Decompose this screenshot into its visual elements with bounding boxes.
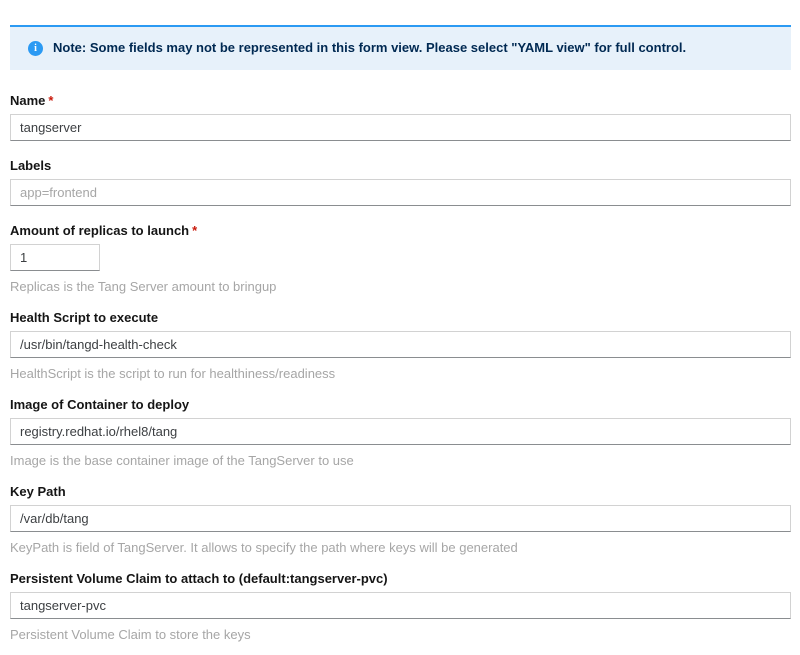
replicas-label: Amount of replicas to launch* [10, 224, 791, 237]
tangserver-form: Name* Labels Amount of replicas to launc… [10, 94, 791, 641]
labels-input[interactable] [10, 179, 791, 206]
pvc-label: Persistent Volume Claim to attach to (de… [10, 572, 791, 585]
pvc-label-text: Persistent Volume Claim to attach to (de… [10, 571, 388, 586]
required-asterisk: * [192, 223, 197, 238]
form-group-replicas: Amount of replicas to launch* Replicas i… [10, 224, 791, 293]
image-helper-text: Image is the base container image of the… [10, 454, 791, 467]
image-label: Image of Container to deploy [10, 398, 791, 411]
replicas-label-text: Amount of replicas to launch [10, 223, 189, 238]
form-view-page: i Note: Some fields may not be represent… [0, 0, 800, 641]
health-script-helper-text: HealthScript is the script to run for he… [10, 367, 791, 380]
form-group-key-path: Key Path KeyPath is field of TangServer.… [10, 485, 791, 554]
health-script-input[interactable] [10, 331, 791, 358]
name-label-text: Name [10, 93, 45, 108]
labels-label: Labels [10, 159, 791, 172]
info-circle-icon: i [28, 41, 43, 56]
pvc-input[interactable] [10, 592, 791, 619]
name-input[interactable] [10, 114, 791, 141]
form-group-labels: Labels [10, 159, 791, 206]
info-alert: i Note: Some fields may not be represent… [10, 25, 791, 70]
form-group-pvc: Persistent Volume Claim to attach to (de… [10, 572, 791, 641]
replicas-input[interactable] [10, 244, 100, 271]
pvc-helper-text: Persistent Volume Claim to store the key… [10, 628, 791, 641]
form-group-image: Image of Container to deploy Image is th… [10, 398, 791, 467]
form-group-name: Name* [10, 94, 791, 141]
health-script-label-text: Health Script to execute [10, 310, 158, 325]
replicas-helper-text: Replicas is the Tang Server amount to br… [10, 280, 791, 293]
key-path-input[interactable] [10, 505, 791, 532]
name-label: Name* [10, 94, 791, 107]
required-asterisk: * [48, 93, 53, 108]
key-path-label: Key Path [10, 485, 791, 498]
image-input[interactable] [10, 418, 791, 445]
alert-message: Note: Some fields may not be represented… [53, 40, 686, 56]
labels-label-text: Labels [10, 158, 51, 173]
image-label-text: Image of Container to deploy [10, 397, 189, 412]
key-path-helper-text: KeyPath is field of TangServer. It allow… [10, 541, 791, 554]
form-group-health-script: Health Script to execute HealthScript is… [10, 311, 791, 380]
health-script-label: Health Script to execute [10, 311, 791, 324]
key-path-label-text: Key Path [10, 484, 66, 499]
